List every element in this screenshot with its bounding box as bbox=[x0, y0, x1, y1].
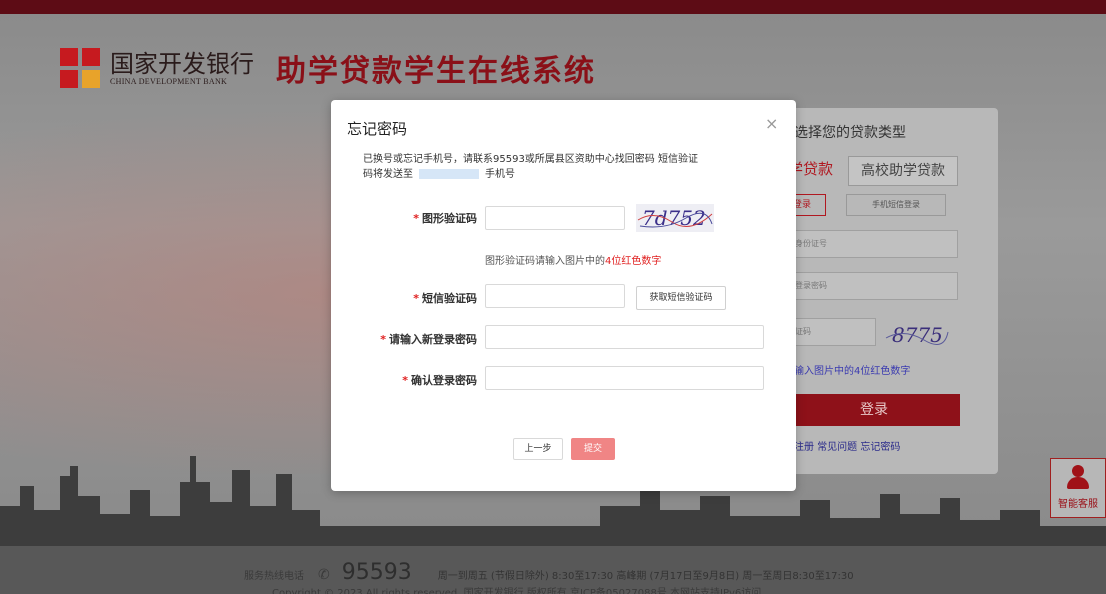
new-password-label-text: 请输入新登录密码 bbox=[389, 333, 477, 346]
captcha-hint-highlight: 4位红色数字 bbox=[605, 256, 662, 267]
cdb-logo-icon bbox=[60, 48, 100, 88]
system-title: 助学贷款学生在线系统 bbox=[276, 54, 596, 89]
notice-text: 已换号或忘记手机号，请联系95593或所属县区资助中心找回密码 短信验证码将发送… bbox=[363, 154, 698, 180]
image-captcha-label: * 图形验证码 bbox=[337, 210, 477, 226]
captcha-hint: 图形验证码请输入图片中的4位红色数字 bbox=[485, 252, 661, 267]
sms-code-label: * 短信验证码 bbox=[337, 290, 477, 306]
previous-step-button[interactable]: 上一步 bbox=[513, 438, 563, 460]
login-captcha-image[interactable]: 8775 bbox=[884, 320, 950, 350]
confirm-password-label-text: 确认登录密码 bbox=[411, 374, 477, 387]
notice-suffix: 手机号 bbox=[485, 169, 515, 180]
required-mark: * bbox=[380, 333, 386, 346]
bank-name-en: CHINA DEVELOPMENT BANK bbox=[110, 76, 228, 86]
smart-service-label: 智能客服 bbox=[1058, 499, 1098, 510]
smart-service-button[interactable]: 智能客服 bbox=[1050, 458, 1106, 518]
login-links[interactable]: 注册 常见问题 忘记密码 bbox=[794, 438, 900, 453]
phone-icon: ✆ bbox=[318, 567, 330, 583]
get-sms-code-button[interactable]: 获取短信验证码 bbox=[636, 286, 726, 310]
sms-code-label-text: 短信验证码 bbox=[422, 292, 477, 305]
id-number-field[interactable]: 身份证号 bbox=[788, 230, 958, 258]
captcha-text: 7d752 bbox=[642, 206, 706, 230]
tab-campus-loan[interactable]: 高校助学贷款 bbox=[848, 156, 958, 186]
hotline-number: 95593 bbox=[341, 560, 412, 585]
top-accent-bar bbox=[0, 0, 1106, 14]
new-password-label: * 请输入新登录密码 bbox=[337, 331, 477, 347]
sms-login-option[interactable]: 手机短信登录 bbox=[846, 194, 946, 216]
close-icon[interactable]: × bbox=[765, 114, 778, 133]
login-captcha-text: 8775 bbox=[892, 323, 943, 347]
sms-code-input[interactable] bbox=[485, 284, 625, 308]
new-password-input[interactable] bbox=[485, 325, 764, 349]
login-captcha-hint: 输入图片中的4位红色数字 bbox=[794, 366, 911, 377]
confirm-password-label: * 确认登录密码 bbox=[337, 372, 477, 388]
bank-name: 国家开发银行 CHINA DEVELOPMENT BANK bbox=[110, 51, 254, 86]
required-mark: * bbox=[413, 212, 419, 225]
image-captcha-input[interactable] bbox=[485, 206, 625, 230]
copyright: Copyright © 2023 All rights reserved. 国家… bbox=[272, 588, 762, 594]
bank-name-cn: 国家开发银行 bbox=[110, 49, 254, 78]
login-captcha-field[interactable]: 证码 bbox=[788, 318, 876, 346]
dialog-notice: 已换号或忘记手机号，请联系95593或所属县区资助中心找回密码 短信验证码将发送… bbox=[363, 152, 703, 182]
agent-icon bbox=[1065, 465, 1091, 491]
masked-phone bbox=[419, 169, 479, 179]
footer: 服务热线电话 ✆ 95593 周一到周五 (节假日除外) 8:30至17:30 … bbox=[0, 546, 1106, 594]
forgot-password-dialog: 忘记密码 × 已换号或忘记手机号，请联系95593或所属县区资助中心找回密码 短… bbox=[331, 100, 796, 491]
captcha-hint-prefix: 图形验证码请输入图片中的 bbox=[485, 256, 605, 267]
required-mark: * bbox=[413, 292, 419, 305]
login-password-field[interactable]: 登录密码 bbox=[788, 272, 958, 300]
login-button[interactable]: 登录 bbox=[788, 394, 960, 426]
service-hours: 周一到周五 (节假日除外) 8:30至17:30 高峰期 (7月17日至9月8日… bbox=[437, 571, 854, 582]
confirm-password-input[interactable] bbox=[485, 366, 764, 390]
brand-header: 国家开发银行 CHINA DEVELOPMENT BANK 助学贷款学生在线系统 bbox=[60, 46, 596, 90]
image-captcha-label-text: 图形验证码 bbox=[422, 212, 477, 225]
hotline-label: 服务热线电话 bbox=[244, 571, 304, 582]
hotline-row: 服务热线电话 ✆ 95593 周一到周五 (节假日除外) 8:30至17:30 … bbox=[244, 560, 854, 585]
captcha-image[interactable]: 7d752 bbox=[636, 204, 714, 232]
required-mark: * bbox=[402, 374, 408, 387]
loan-type-title: 选择您的贷款类型 bbox=[794, 125, 906, 141]
dialog-title: 忘记密码 bbox=[347, 120, 408, 138]
submit-button[interactable]: 提交 bbox=[571, 438, 615, 460]
